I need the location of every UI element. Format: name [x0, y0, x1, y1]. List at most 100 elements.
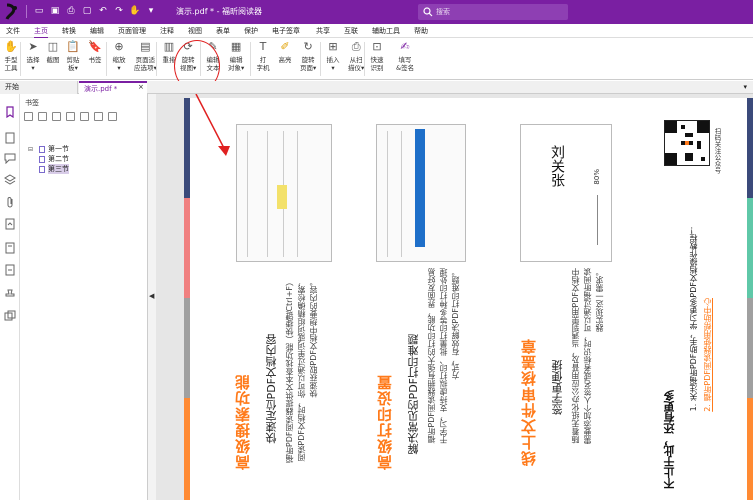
menu-bar: 文件 主页 转换 编辑 页面管理 注释 视图 表单 保护 电子签章 共享 互联 辅助工具 帮助 — [0, 24, 753, 39]
search-icon — [423, 7, 433, 17]
menu-item[interactable]: 转换 — [62, 26, 76, 36]
section-title-search: 高级搜索功能 — [234, 374, 252, 470]
delete-bookmark-icon[interactable] — [52, 112, 61, 121]
bookmark-item[interactable]: 第二节 — [28, 154, 69, 164]
add-bookmark-icon[interactable] — [66, 112, 75, 121]
document-view[interactable]: 高级搜索功能 快速定位PDF文档内容 福昕PDF阅读器提供文本查找功能（快捷键C… — [156, 94, 753, 500]
menu-item[interactable]: 注释 — [160, 26, 174, 36]
new-icon[interactable]: ▢ — [81, 5, 93, 18]
bookmark-label: 第一节 — [48, 145, 69, 153]
close-tab-icon[interactable]: × — [138, 81, 144, 94]
comments-icon[interactable] — [4, 152, 16, 164]
print-icon[interactable]: ⎙ — [65, 5, 77, 18]
bookmark-flag-icon — [39, 145, 45, 153]
add-child-bookmark-icon[interactable] — [80, 112, 89, 121]
attachment-icon[interactable] — [4, 196, 16, 208]
ribbon-label: 缩放 ▾ — [112, 56, 126, 72]
ribbon-button-scanner[interactable]: ⎙ 从扫 描仪▾ — [348, 40, 364, 72]
zoom-icon: ⊕ — [114, 40, 124, 53]
navigation-sidebar — [0, 94, 20, 500]
signature-name: 刘关张 — [549, 145, 565, 187]
bookmark-item-selected[interactable]: 第三节 — [28, 164, 69, 174]
ribbon-button-highlight[interactable]: ✐ 高亮 — [278, 40, 292, 64]
dropdown-icon[interactable]: ▾ — [145, 5, 157, 18]
bookmark-icon: 🔖 — [88, 40, 102, 53]
menu-item[interactable]: 表单 — [216, 26, 230, 36]
search-box[interactable]: 搜索 — [418, 4, 568, 20]
app-logo-icon — [5, 3, 17, 20]
signature-screenshot: 刘关张 80% — [520, 124, 612, 262]
section-subtitle-stamp: 签字更便捷 — [551, 360, 564, 415]
layers-icon[interactable] — [4, 174, 16, 186]
section-text-print: 方式，有效解决PDF打印难题。 — [451, 268, 460, 380]
ribbon-button-hand[interactable]: ✋ 手型 工具 — [4, 40, 18, 72]
section-subtitle-print: 解决常见的PDF打印难题 — [407, 334, 420, 455]
ribbon-label: 手型 工具 — [4, 56, 18, 72]
edit-object-icon: ▦ — [230, 40, 242, 53]
cursor-icon: ➤ — [28, 40, 38, 53]
bookmark-item[interactable]: ⊟ 第一节 — [28, 144, 69, 154]
ribbon-separator — [320, 42, 321, 76]
hand-small-icon[interactable]: ✋ — [129, 5, 141, 18]
tab-start[interactable]: 开始 — [0, 81, 78, 94]
menu-item[interactable]: 页面管理 — [118, 26, 146, 36]
redo-icon[interactable]: ↷ — [113, 5, 125, 18]
ribbon-button-typewriter[interactable]: T 打 字机 — [256, 40, 270, 72]
open-icon[interactable]: ▭ — [33, 5, 45, 18]
save-icon[interactable]: ▣ — [49, 5, 61, 18]
find-bookmark-icon[interactable] — [108, 112, 117, 121]
screenshot-icon: ◫ — [47, 40, 59, 53]
expand-all-icon[interactable] — [24, 112, 33, 121]
section-text-print: 福昕PDF阅读器拥有强大的打印功能，界面友好易 — [427, 268, 436, 444]
more-heading: 不止于此，还有更多 — [663, 390, 676, 489]
ribbon-button-bookmark[interactable]: 🔖 书签 — [88, 40, 102, 64]
expand-icon[interactable]: ⊟ — [28, 146, 36, 153]
menu-item[interactable]: 保护 — [244, 26, 258, 36]
title-bar: ▭ ▣ ⎙ ▢ ↶ ↷ ✋ ▾ 演示.pdf * - 福昕阅读器 搜索 — [0, 0, 753, 24]
menu-item[interactable]: 辅助工具 — [372, 26, 400, 36]
bookmarks-panel: 书签 ⊟ 第一节 第二节 第三节 — [20, 94, 148, 500]
qr-code-image — [664, 120, 710, 166]
bookmark-flag-icon — [39, 165, 45, 173]
security-icon[interactable] — [4, 242, 16, 254]
signature-panel-icon[interactable] — [4, 218, 16, 230]
menu-item[interactable]: 互联 — [344, 26, 358, 36]
menu-item[interactable]: 视图 — [188, 26, 202, 36]
ribbon-button-clipboard[interactable]: 📋 剪贴 板▾ — [66, 40, 80, 72]
ribbon-button-edit-object[interactable]: ▦ 编辑 对象▾ — [228, 40, 244, 72]
tab-document[interactable]: 演示.pdf * — [79, 81, 147, 94]
help-center-link[interactable]: 2. 福昕PDF阅读器使用帮助中心 — [702, 298, 713, 412]
ribbon-button-fill-sign[interactable]: ✍ 填写 &签名 — [396, 40, 414, 72]
ribbon-button-cursor[interactable]: ➤ 选择 ▾ — [26, 40, 40, 72]
bookmark-panel-icon[interactable] — [4, 106, 16, 118]
menu-item[interactable]: 帮助 — [414, 26, 428, 36]
page-thumbnails-icon[interactable] — [4, 132, 16, 144]
ribbon-label: 插入 ▾ — [326, 56, 340, 72]
stamp-panel-icon[interactable] — [4, 288, 16, 300]
bookmark-properties-icon[interactable] — [94, 112, 103, 121]
print-dialog-screenshot — [376, 124, 466, 262]
ribbon-button-ocr[interactable]: ⊡ 快速 识别 — [370, 40, 384, 72]
undo-icon[interactable]: ↶ — [97, 5, 109, 18]
ribbon-toolbar: ✋ 手型 工具 ➤ 选择 ▾ ◫ 截图 📋 剪贴 板▾ 🔖 书签 ⊕ 缩放 ▾ ▤ 页面适 应选项▾ ▥ 重排… — [0, 38, 753, 80]
ribbon-label: 剪贴 板▾ — [66, 56, 80, 72]
ribbon-button-rotate-page[interactable]: ↻ 旋转 页面▾ — [300, 40, 316, 72]
ribbon-label: 快速 识别 — [370, 56, 384, 72]
ribbon-label: 书签 — [88, 56, 102, 64]
tab-menu-icon[interactable]: ▾ — [743, 81, 747, 94]
ribbon-button-screenshot[interactable]: ◫ 截图 — [46, 40, 60, 64]
menu-item[interactable]: 编辑 — [90, 26, 104, 36]
ribbon-button-zoom[interactable]: ⊕ 缩放 ▾ — [112, 40, 126, 72]
collapse-all-icon[interactable] — [38, 112, 47, 121]
destinations-icon[interactable] — [4, 310, 16, 322]
panel-splitter[interactable]: ◀ — [148, 94, 156, 500]
menu-item[interactable]: 共享 — [316, 26, 330, 36]
qr-caption: 扫码关注公众号 — [713, 128, 721, 174]
ribbon-button-insert[interactable]: ⊞ 插入 ▾ — [326, 40, 340, 72]
menu-item[interactable]: 文件 — [6, 26, 20, 36]
menu-item[interactable]: 电子签章 — [272, 26, 300, 36]
more-item-1[interactable]: 1. 关注福昕PDF助手，学习更多PDF文档操作教程！ — [688, 226, 699, 411]
content-icon[interactable] — [4, 264, 16, 276]
collapse-panel-icon[interactable]: ◀ — [149, 292, 154, 300]
ribbon-button-fit-page[interactable]: ▤ 页面适 应选项▾ — [134, 40, 157, 72]
